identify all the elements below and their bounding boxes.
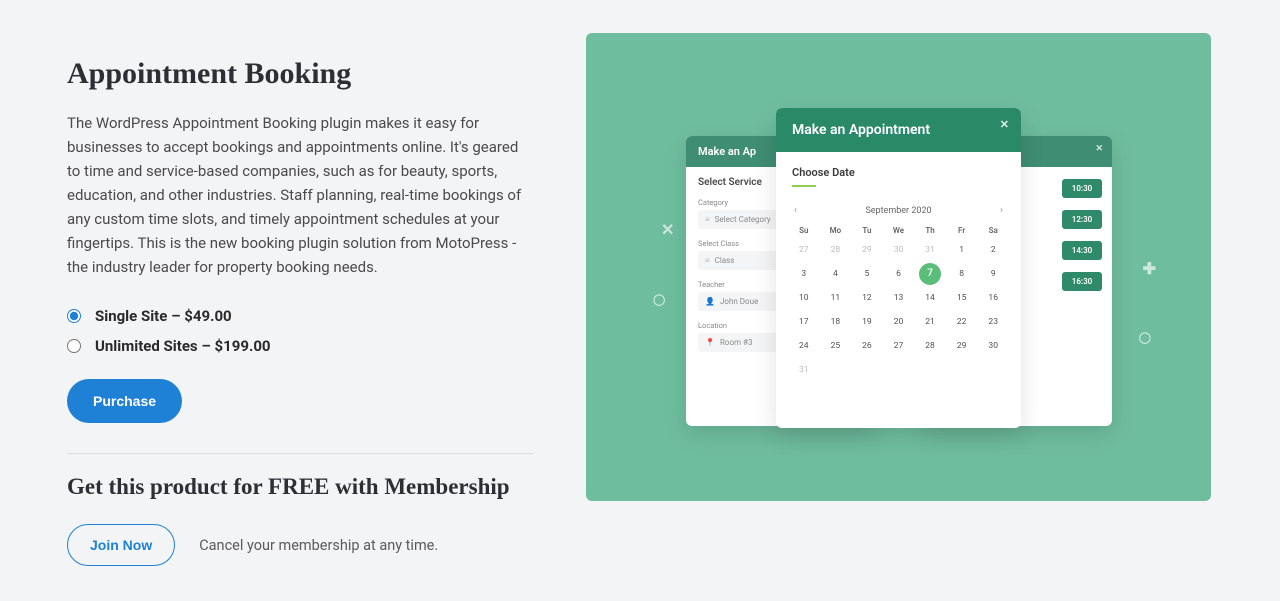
calendar-day: 3 [790, 265, 818, 283]
calendar-day: 4 [822, 265, 850, 283]
calendar-day: 2 [979, 241, 1007, 259]
close-icon: ✕ [1000, 118, 1009, 131]
choose-date-label: Choose Date [776, 152, 1021, 179]
time-slot: 12:30 [1062, 210, 1102, 229]
calendar-dow: Th [916, 226, 944, 235]
calendar-day: 31 [916, 241, 944, 259]
list-icon: ≡ [705, 256, 710, 265]
pin-icon: 📍 [705, 338, 715, 347]
pricing-option-label[interactable]: Single Site – $49.00 [95, 307, 232, 325]
time-slot: 14:30 [1062, 241, 1102, 260]
calendar-day: 24 [790, 337, 818, 355]
pricing-option-label[interactable]: Unlimited Sites – $199.00 [95, 337, 271, 355]
join-now-button[interactable]: Join Now [67, 524, 175, 566]
decor-circle-icon: ◯ [1139, 331, 1151, 344]
calendar-day: 28 [916, 337, 944, 355]
list-icon: ≡ [705, 215, 710, 224]
calendar-day: 17 [790, 313, 818, 331]
close-icon: ✕ [1095, 144, 1103, 154]
divider [67, 453, 534, 454]
panel-title: Make an Appointment ✕ [776, 108, 1021, 152]
calendar-day: 11 [822, 289, 850, 307]
calendar-day: 14 [916, 289, 944, 307]
calendar-day: 29 [853, 241, 881, 259]
calendar-dow: Sa [979, 226, 1007, 235]
decor-plus-icon: ✚ [1143, 259, 1156, 278]
pricing-options: Single Site – $49.00 Unlimited Sites – $1… [67, 307, 534, 355]
calendar-day: 6 [885, 265, 913, 283]
calendar-next-icon: › [996, 205, 1007, 216]
calendar-day: 30 [979, 337, 1007, 355]
purchase-button[interactable]: Purchase [67, 379, 182, 423]
calendar-day: 28 [822, 241, 850, 259]
calendar-day: 19 [853, 313, 881, 331]
calendar-day: 25 [822, 337, 850, 355]
calendar-day: 16 [979, 289, 1007, 307]
calendar-day: 12 [853, 289, 881, 307]
calendar-day: 30 [885, 241, 913, 259]
field-text: Class [715, 256, 735, 265]
calendar-dow: Fr [948, 226, 976, 235]
pricing-option[interactable]: Single Site – $49.00 [67, 307, 534, 325]
decor-circle-icon: ◯ [653, 293, 665, 306]
calendar-day: 13 [885, 289, 913, 307]
pricing-option[interactable]: Unlimited Sites – $199.00 [67, 337, 534, 355]
calendar-dow: Tu [853, 226, 881, 235]
product-illustration: ✕ ◯ ✚ ◯ Make an Ap Select Service Catego… [586, 33, 1211, 501]
calendar-day: 10 [790, 289, 818, 307]
illustration-panel-calendar: Make an Appointment ✕ Choose Date ‹ Sept… [776, 108, 1021, 428]
calendar-day: 26 [853, 337, 881, 355]
calendar-day: 31 [790, 361, 818, 379]
calendar-day: 1 [948, 241, 976, 259]
calendar-day: 15 [948, 289, 976, 307]
calendar-month-label: September 2020 [865, 206, 931, 216]
panel-title-text: Make an Appointment [792, 122, 930, 138]
calendar-day: 20 [885, 313, 913, 331]
calendar-day: 9 [979, 265, 1007, 283]
calendar-day: 27 [885, 337, 913, 355]
pricing-option-radio[interactable] [67, 339, 81, 353]
calendar-dow: Su [790, 226, 818, 235]
time-slot: 10:30 [1062, 179, 1102, 198]
calendar-day: 27 [790, 241, 818, 259]
membership-cancel-note: Cancel your membership at any time. [199, 537, 438, 554]
calendar-day: 8 [948, 265, 976, 283]
calendar-day: 21 [916, 313, 944, 331]
calendar-day: 29 [948, 337, 976, 355]
calendar-prev-icon: ‹ [790, 205, 801, 216]
field-text: Select Category [715, 215, 771, 224]
calendar-day: 23 [979, 313, 1007, 331]
time-slot: 16:30 [1062, 272, 1102, 291]
calendar-day: 22 [948, 313, 976, 331]
product-title: Appointment Booking [67, 57, 534, 91]
calendar-day-selected: 7 [919, 263, 941, 285]
person-icon: 👤 [705, 297, 715, 306]
calendar-dow: We [885, 226, 913, 235]
field-text: Room #3 [720, 338, 752, 347]
field-text: John Doue [720, 297, 758, 306]
calendar-dow: Mo [822, 226, 850, 235]
product-description: The WordPress Appointment Booking plugin… [67, 111, 534, 279]
calendar-day: 5 [853, 265, 881, 283]
calendar-day: 18 [822, 313, 850, 331]
pricing-option-radio[interactable] [67, 309, 81, 323]
membership-title: Get this product for FREE with Membershi… [67, 474, 534, 500]
decor-x-icon: ✕ [661, 220, 674, 239]
